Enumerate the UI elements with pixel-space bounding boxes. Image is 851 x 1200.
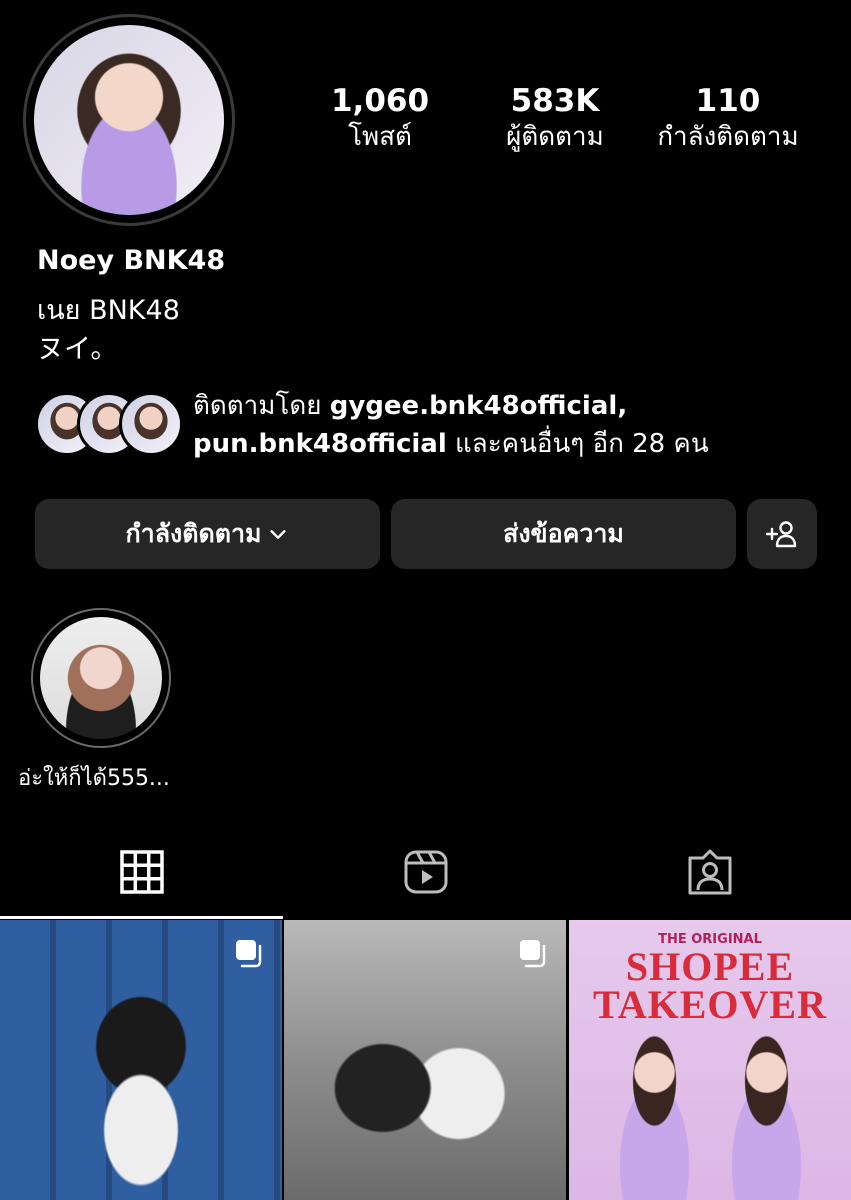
message-button-label: ส่งข้อความ xyxy=(503,519,624,548)
promo-title-line-1: SHOPEE xyxy=(625,944,795,989)
highlight-ring[interactable] xyxy=(31,608,171,748)
followers-stat[interactable]: 583K ผู้ติดตาม xyxy=(465,82,645,154)
highlight-label[interactable]: อ่ะให้ก็ได้555... xyxy=(18,760,170,795)
following-label[interactable]: กำลังติดตาม xyxy=(638,120,818,154)
mutual-user-2[interactable]: pun.bnk48official xyxy=(193,429,447,459)
followed-by-text[interactable]: ติดตามโดย gygee.bnk48official, pun.bnk48… xyxy=(193,387,833,463)
followed-by-suffix: และคนอื่นๆ อีก 28 คน xyxy=(446,429,709,459)
mutual-separator: , xyxy=(617,391,628,421)
promo-title: SHOPEE TAKEOVER xyxy=(569,944,851,1027)
bio-line-1: เนย BNK48 xyxy=(37,295,180,326)
tab-reels[interactable] xyxy=(402,848,450,896)
followed-by-prefix: ติดตามโดย xyxy=(193,391,330,421)
mutual-user-1[interactable]: gygee.bnk48official xyxy=(330,391,618,421)
posts-label: โพสต์ xyxy=(348,122,412,152)
mutual-avatar-3 xyxy=(119,392,183,456)
active-tab-indicator xyxy=(0,916,283,919)
message-button[interactable]: ส่งข้อความ xyxy=(391,499,736,569)
following-count[interactable]: 110 xyxy=(638,82,818,120)
display-name: Noey BNK48 xyxy=(37,245,226,276)
followers-label[interactable]: ผู้ติดตาม xyxy=(465,120,645,154)
profile-avatar-ring[interactable] xyxy=(23,14,235,226)
posts-count: 1,060 xyxy=(330,83,430,119)
reels-icon xyxy=(404,850,448,894)
promo-person-1 xyxy=(597,1030,712,1200)
profile-avatar[interactable] xyxy=(34,25,224,215)
carousel-icon xyxy=(520,940,546,968)
tab-tagged[interactable] xyxy=(686,848,734,896)
post-tile-1[interactable] xyxy=(0,920,282,1200)
grid-icon xyxy=(120,850,164,894)
add-person-icon xyxy=(765,521,797,548)
following-button-label: กำลังติดตาม xyxy=(125,519,262,548)
mutual-followers-avatars[interactable] xyxy=(35,392,183,456)
followers-count[interactable]: 583K xyxy=(465,82,645,120)
tab-grid[interactable] xyxy=(118,848,166,896)
chevron-down-icon xyxy=(270,530,287,539)
promo-person-2 xyxy=(709,1030,824,1200)
highlight-cover[interactable] xyxy=(40,617,162,739)
posts-stat: 1,060 โพสต์ xyxy=(290,82,470,154)
carousel-icon xyxy=(236,940,262,968)
following-stat[interactable]: 110 กำลังติดตาม xyxy=(638,82,818,154)
following-button[interactable]: กำลังติดตาม xyxy=(35,499,380,569)
promo-title-line-2: TAKEOVER xyxy=(593,982,827,1027)
post-tile-3[interactable]: THE ORIGINAL SHOPEE TAKEOVER xyxy=(569,920,851,1200)
add-user-button[interactable] xyxy=(747,499,817,569)
bio-line-2: ヌイ。 xyxy=(37,334,118,365)
tagged-icon xyxy=(688,849,732,895)
post-tile-2[interactable] xyxy=(284,920,566,1200)
